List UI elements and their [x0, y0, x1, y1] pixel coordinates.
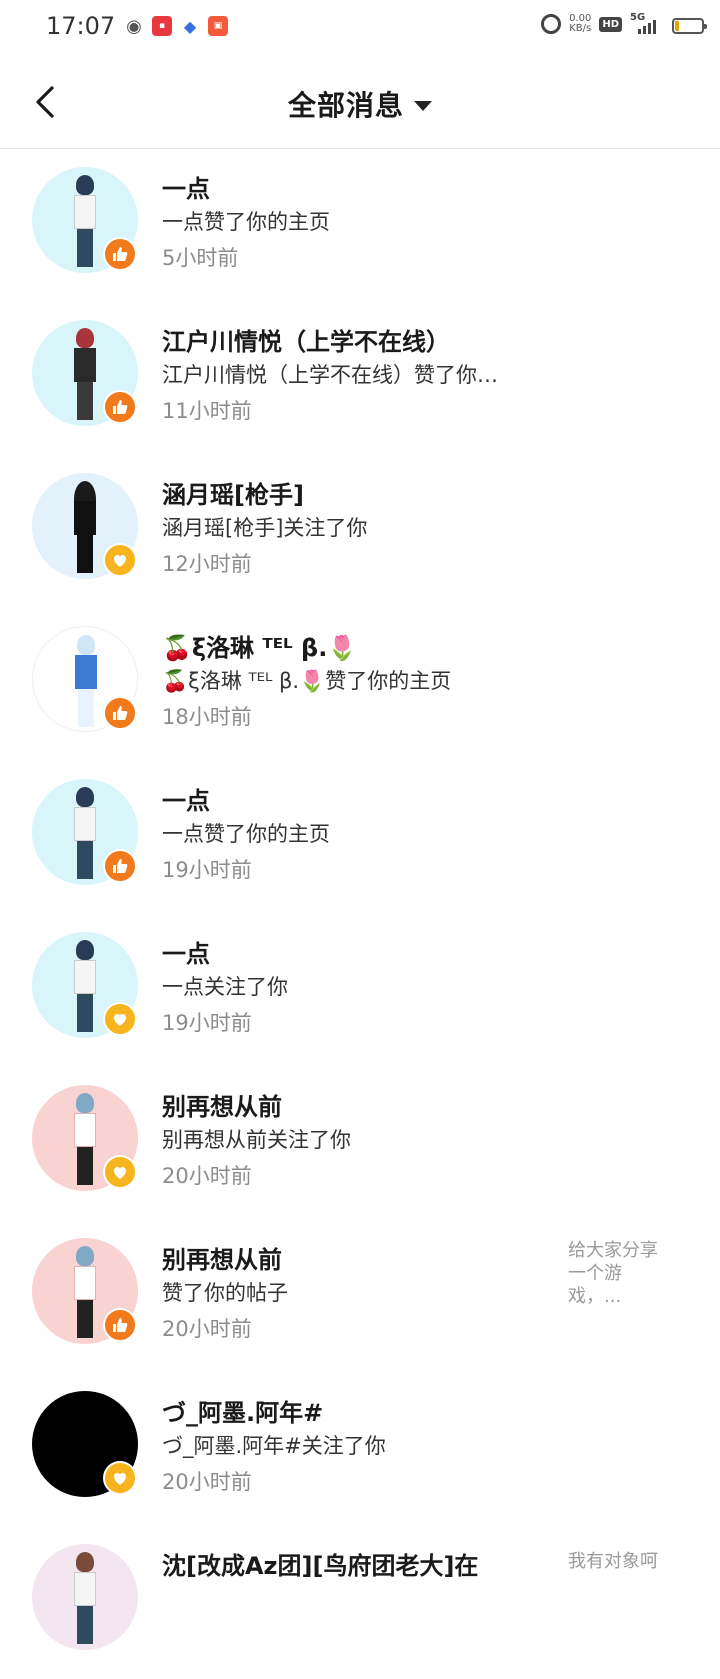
hd-icon: HD: [599, 16, 622, 32]
message-text: 别再想从前关注了你: [162, 1128, 351, 1152]
list-item[interactable]: づ_阿墨.阿年# づ_阿墨.阿年#关注了你 20小时前: [0, 1373, 720, 1526]
battery-icon: [672, 18, 707, 34]
list-item[interactable]: 涵月瑶[枪手] 涵月瑶[枪手]关注了你 12小时前: [0, 455, 720, 608]
top-bar: 全部消息: [0, 56, 720, 149]
message-text: 涵月瑶[枪手]关注了你: [162, 516, 368, 540]
list-item[interactable]: 一点 一点赞了你的主页 5小时前: [0, 149, 720, 302]
message-text: 🍒ξ洛琳 ᵀᴱᴸ β.🌷赞了你的主页: [162, 669, 452, 693]
sender-name: 一点: [162, 940, 210, 968]
list-item[interactable]: 一点 一点赞了你的主页 19小时前: [0, 761, 720, 914]
message-text: 赞了你的帖子: [162, 1281, 288, 1305]
message-time: 20小时前: [162, 1164, 252, 1188]
message-text: 一点关注了你: [162, 975, 288, 999]
kuaishou-icon: ▣: [208, 16, 228, 36]
sender-name: 别再想从前: [162, 1093, 282, 1121]
sender-name: 江户川情悦（上学不在线）: [162, 328, 450, 356]
network-speed: 0.00 KB/s: [569, 14, 591, 34]
list-item[interactable]: 江户川情悦（上学不在线） 江户川情悦（上学不在线）赞了你… 11小时前: [0, 302, 720, 455]
signal-icon: 5G: [630, 12, 660, 34]
message-text: 一点赞了你的主页: [162, 822, 330, 846]
message-text: 一点赞了你的主页: [162, 210, 330, 234]
message-text: 江户川情悦（上学不在线）赞了你…: [162, 363, 498, 387]
message-time: 19小时前: [162, 1011, 252, 1035]
sender-name: 🍒ξ洛琳 ᵀᴱᴸ β.🌷: [162, 634, 358, 662]
follow-heart-badge-icon: [103, 1155, 137, 1189]
list-item[interactable]: 一点 一点关注了你 19小时前: [0, 914, 720, 1067]
like-badge-icon: [103, 390, 137, 424]
sender-name: 一点: [162, 787, 210, 815]
message-time: 19小时前: [162, 858, 252, 882]
like-badge-icon: [103, 849, 137, 883]
xiaohongshu-icon: ▪: [152, 16, 172, 36]
like-badge-icon: [103, 237, 137, 271]
sender-name: 涵月瑶[枪手]: [162, 481, 304, 509]
sender-name: 别再想从前: [162, 1246, 282, 1274]
message-time: 20小时前: [162, 1470, 252, 1494]
sender-name: 一点: [162, 175, 210, 203]
sender-name: 沈[改成Az团][鸟府团老大]在: [162, 1552, 479, 1580]
follow-heart-badge-icon: [103, 1461, 137, 1495]
message-time: 18小时前: [162, 705, 252, 729]
wechat-icon: ◉: [126, 15, 142, 37]
list-item[interactable]: 别再想从前 赞了你的帖子 20小时前 给大家分享一个游戏，...: [0, 1220, 720, 1373]
caret-down-icon: [414, 101, 432, 111]
like-badge-icon: [103, 696, 137, 730]
list-item[interactable]: 别再想从前 别再想从前关注了你 20小时前: [0, 1067, 720, 1220]
follow-heart-badge-icon: [103, 543, 137, 577]
sender-name: づ_阿墨.阿年#: [162, 1399, 324, 1427]
list-item[interactable]: 沈[改成Az团][鸟府团老大]在 我有对象呵: [0, 1526, 720, 1679]
post-preview[interactable]: 我有对象呵: [568, 1550, 678, 1573]
speed-unit: KB/s: [569, 23, 592, 34]
avatar[interactable]: [32, 1544, 138, 1650]
message-time: 20小时前: [162, 1317, 252, 1341]
alarm-icon: [541, 14, 562, 34]
list-item[interactable]: 🍒ξ洛琳 ᵀᴱᴸ β.🌷 🍒ξ洛琳 ᵀᴱᴸ β.🌷赞了你的主页 18小时前: [0, 608, 720, 761]
message-filter-dropdown[interactable]: 全部消息: [0, 84, 720, 124]
message-list: 一点 一点赞了你的主页 5小时前 江户川情悦（上学不在线） 江户川情悦（上学不在…: [0, 149, 720, 1679]
status-time: 17:07: [46, 12, 116, 40]
message-time: 5小时前: [162, 246, 239, 270]
like-badge-icon: [103, 1308, 137, 1342]
baidu-icon: ◆: [183, 16, 197, 36]
message-text: づ_阿墨.阿年#关注了你: [162, 1434, 386, 1458]
follow-heart-badge-icon: [103, 1002, 137, 1036]
status-bar: 17:07 ◉ ▪ ◆ ▣ 0.00 KB/s HD 5G: [0, 0, 720, 56]
status-right: 0.00 KB/s HD 5G: [541, 12, 707, 34]
post-preview[interactable]: 给大家分享一个游戏，...: [568, 1239, 658, 1308]
message-time: 11小时前: [162, 399, 252, 423]
page-title: 全部消息: [287, 89, 404, 122]
status-app-icons: ◉ ▪ ◆ ▣: [124, 15, 228, 37]
message-time: 12小时前: [162, 552, 252, 576]
